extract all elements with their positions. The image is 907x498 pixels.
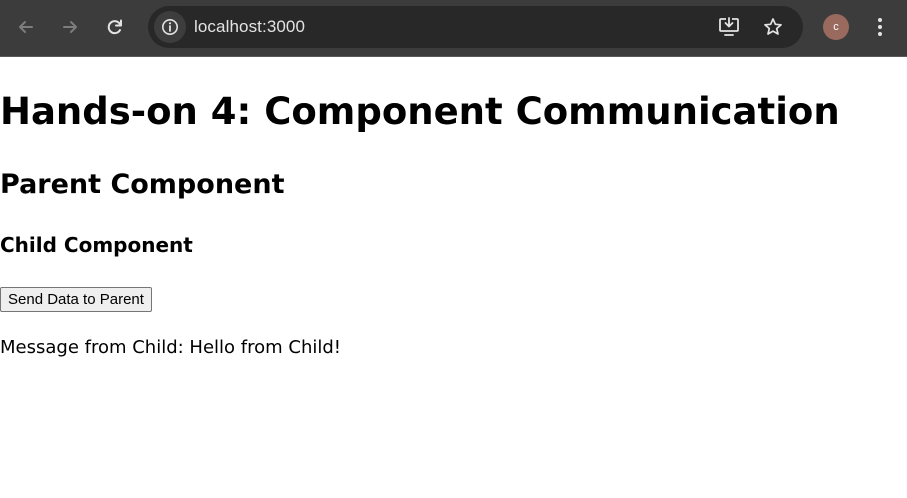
page-content: Hands-on 4: Component Communication Pare… [0,57,907,498]
back-button[interactable] [9,10,43,44]
reload-button[interactable] [98,10,132,44]
profile-avatar[interactable]: c [823,14,849,40]
install-app-button[interactable] [716,14,742,40]
browser-menu-button[interactable] [867,14,893,40]
url-text[interactable]: localhost:3000 [194,17,305,37]
more-vert-icon [878,18,882,36]
address-bar[interactable]: localhost:3000 [148,6,803,48]
parent-component-heading: Parent Component [0,169,285,200]
arrow-left-icon [19,21,33,33]
star-icon [764,18,782,35]
reload-icon [107,19,122,35]
install-app-icon [719,17,739,36]
page-title: Hands-on 4: Component Communication [0,90,840,133]
arrow-right-icon [63,21,77,33]
send-data-to-parent-button[interactable]: Send Data to Parent [0,287,152,312]
child-message-text: Message from Child: Hello from Child! [0,337,341,358]
profile-initial: c [833,21,839,33]
site-info-button[interactable] [154,11,186,43]
info-icon [162,19,178,35]
browser-toolbar: localhost:3000 c [0,0,907,56]
forward-button[interactable] [53,10,87,44]
child-component-heading: Child Component [0,233,193,257]
bookmark-button[interactable] [760,14,786,40]
